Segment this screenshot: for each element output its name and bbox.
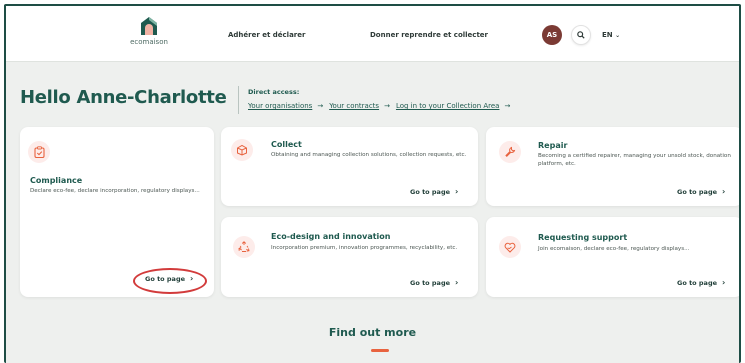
language-selector[interactable]: EN ⌄ (602, 31, 620, 39)
card-description: Incorporation premium, innovation progra… (271, 245, 458, 251)
go-to-page-button[interactable]: Go to page › (677, 187, 725, 196)
link-collection-area[interactable]: Log in to your Collection Area (396, 102, 500, 110)
nav-adherer-declarer[interactable]: Adhérer et déclarer (228, 31, 305, 39)
card-requesting-support[interactable]: Requesting support Join ecomaison, decla… (486, 217, 739, 297)
link-your-organisations[interactable]: Your organisations (248, 102, 312, 110)
chevron-right-icon: › (722, 278, 726, 287)
card-description: Becoming a certified repairer, managing … (538, 153, 731, 167)
direct-access-links: Your organisations → Your contracts → Log in… (248, 102, 516, 110)
card-title: Repair (538, 141, 568, 150)
find-out-more-heading: Find out more (328, 326, 417, 339)
card-description: Declare eco-fee, declare incorporation, … (30, 188, 200, 194)
app-frame: ecomaison Adhérer et déclarer Donner rep… (4, 4, 741, 363)
go-to-page-button[interactable]: Go to page › (410, 278, 458, 287)
avatar[interactable]: AS (542, 25, 562, 45)
chevron-down-icon: ⌄ (615, 32, 621, 39)
recycle-icon (233, 236, 255, 258)
search-button[interactable] (571, 25, 591, 45)
card-title: Collect (271, 140, 302, 149)
go-to-page-button[interactable]: Go to page › (677, 278, 725, 287)
divider (238, 86, 239, 114)
link-your-contracts[interactable]: Your contracts (329, 102, 379, 110)
card-description: Obtaining and managing collection soluti… (271, 152, 467, 158)
card-title: Compliance (30, 176, 83, 185)
accent-underline (371, 349, 389, 352)
search-icon (577, 31, 585, 39)
language-label: EN (602, 31, 613, 39)
card-title: Eco-design and innovation (271, 232, 391, 241)
card-repair[interactable]: Repair Becoming a certified repairer, ma… (486, 127, 739, 206)
chevron-right-icon: › (455, 278, 459, 287)
house-logo-icon (141, 17, 157, 35)
go-to-page-label: Go to page (410, 279, 450, 287)
go-to-page-label: Go to page (677, 279, 717, 287)
box-icon (231, 139, 253, 161)
go-to-page-label: Go to page (677, 188, 717, 196)
arrow-right-icon: → (504, 102, 511, 110)
go-to-page-label: Go to page (410, 188, 450, 196)
card-collect[interactable]: Collect Obtaining and managing collectio… (221, 127, 478, 206)
chevron-right-icon: › (455, 187, 459, 196)
card-description: Join ecomaison, declare eco-fee, regulat… (538, 246, 690, 252)
arrow-right-icon: → (384, 102, 390, 110)
page-title: Hello Anne-Charlotte (20, 87, 227, 108)
direct-access-label: Direct access: (248, 88, 300, 96)
card-eco-design[interactable]: Eco-design and innovation Incorporation … (221, 217, 478, 297)
site-header: ecomaison Adhérer et déclarer Donner rep… (6, 6, 739, 62)
logo-text: ecomaison (130, 38, 168, 46)
logo[interactable]: ecomaison (119, 16, 179, 46)
card-title: Requesting support (538, 233, 628, 242)
nav-donner-reprendre[interactable]: Donner reprendre et collecter (370, 31, 488, 39)
heart-hand-icon (499, 236, 521, 258)
highlight-circle (133, 268, 207, 294)
clipboard-check-icon (28, 141, 50, 163)
chevron-right-icon: › (722, 187, 726, 196)
arrow-right-icon: → (317, 102, 324, 110)
wrench-icon (499, 141, 521, 163)
go-to-page-button[interactable]: Go to page › (410, 187, 458, 196)
